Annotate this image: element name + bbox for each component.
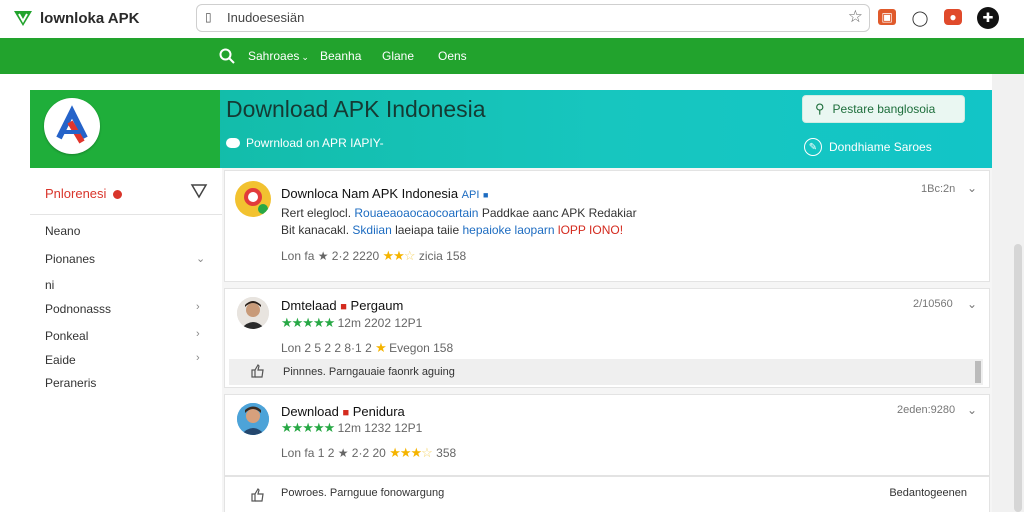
review-card: Downloca Nam APK Indonesia API ■ 1Bc:2n … (224, 170, 990, 282)
avatar-icon (236, 182, 270, 216)
extension-icon[interactable]: ▣ (878, 9, 896, 25)
sidebar-divider (30, 214, 222, 215)
nav-item-sahroaes[interactable]: Sahroaes ⌄ (248, 49, 309, 63)
hero-download-button[interactable]: ⚲ Pestare banglosoia (802, 95, 965, 123)
review-text-line: Bit kanacakl. Skdiian laeiapa taiie hepa… (281, 223, 624, 237)
page-scrollbar[interactable] (1014, 244, 1022, 512)
review-link[interactable]: Rouaeaoaocaocoartain (354, 206, 478, 220)
sidebar: Pnlorenesi Neano Pionanes ⌄ ni Podnonass… (30, 168, 222, 512)
nav-item-oens[interactable]: Oens (438, 49, 467, 63)
rating-stars: ★★ (382, 248, 405, 263)
chevron-down-icon[interactable]: ⌄ (967, 297, 977, 311)
main-nav: Sahroaes ⌄ Beanha Glane Oens (0, 38, 1024, 74)
chevron-right-icon[interactable]: › (196, 328, 200, 340)
review-title[interactable]: Downloca Nam APK Indonesia API ■ (281, 186, 488, 201)
avatar[interactable] (235, 181, 271, 217)
review-title[interactable]: Dewnload ■ Penidura (281, 404, 405, 419)
avatar-icon (237, 403, 269, 435)
reply-text: Pinnnes. Parngauaie faonrk aguing (283, 366, 455, 378)
address-text: Inudoesesiän (227, 10, 305, 25)
avatar-icon (237, 297, 269, 329)
site-logo[interactable]: lownloka APK (12, 6, 139, 30)
page-title: Download APK Indonesia (226, 96, 486, 122)
avatar[interactable] (237, 297, 269, 329)
brand-name: lownloka APK (40, 9, 140, 27)
sidebar-item-peraneris[interactable]: Peraneris (45, 376, 96, 390)
bookmark-star-icon[interactable]: ☆ (848, 7, 863, 27)
reply-text: Powroes. Parnguue fonowargung (281, 487, 445, 499)
rating-stars: ★★★ (389, 445, 422, 460)
chevron-right-icon[interactable]: › (196, 352, 200, 364)
page-info-icon[interactable]: ▯ (205, 10, 212, 24)
chevron-down-icon: ⌄ (301, 52, 309, 62)
star-icon: ★ (375, 340, 387, 355)
rating-stars: ★★★★★ (281, 420, 335, 435)
chevron-down-icon[interactable]: ⌄ (196, 252, 205, 265)
filter-icon[interactable] (190, 182, 208, 200)
reply-scrollbar[interactable] (975, 361, 981, 383)
address-bar[interactable]: ▯ Inudoesesiän ☆ (196, 4, 870, 32)
tag-icon: ■ (342, 407, 350, 419)
app-logo-icon (50, 104, 94, 148)
sidebar-item-ponkeal[interactable]: Ponkeal (45, 329, 88, 343)
hero-subtitle: Powrnload on APR IAPIY- (226, 136, 384, 150)
reply-bar[interactable]: Pinnnes. Parngauaie faonrk aguing (229, 359, 983, 385)
sidebar-item-eaide[interactable]: Eaide (45, 353, 76, 367)
hero-logo-panel (30, 90, 220, 168)
sidebar-item-neano[interactable]: Neano (45, 224, 80, 238)
timestamp: 1Bc:2n (921, 183, 956, 195)
review-link[interactable]: hepaioke laoparn (463, 223, 555, 237)
dot-icon: ■ (483, 190, 489, 200)
rating-stars: ★★★★★ (281, 315, 335, 330)
user-icon: ⚲ (815, 101, 825, 116)
browser-toolbar: lownloka APK ▯ Inudoesesiän ☆ ▣ ◯ ● ✚ (0, 0, 1024, 38)
nav-item-glane[interactable]: Glane (382, 49, 414, 63)
hero-banner: Download APK Indonesia Powrnload on APR … (30, 90, 992, 168)
reply-bar[interactable]: Powroes. Parnguue fonowargung Bedantogee… (224, 476, 990, 512)
sidebar-heading[interactable]: Pnlorenesi (45, 186, 123, 201)
chevron-down-icon[interactable]: ⌄ (967, 403, 977, 417)
review-meta: Lon 2 5 2 2 8·1 2 ★ Evegon 158 (281, 340, 454, 355)
profile-avatar-icon[interactable]: ✚ (977, 7, 999, 29)
review-link[interactable]: Skdiian (352, 223, 391, 237)
search-icon[interactable] (218, 47, 236, 65)
hero-secondary-link[interactable]: ✎ Dondhiame Saroes (804, 138, 932, 156)
tag-badge: API (461, 189, 480, 201)
timestamp: 2eden:9280 (897, 404, 956, 416)
thumbs-up-icon[interactable] (251, 488, 265, 502)
sidebar-item-pionanes[interactable]: Pionanes (45, 252, 95, 266)
reddit-extension-icon[interactable]: ● (944, 9, 962, 25)
chevron-right-icon[interactable]: › (196, 301, 200, 313)
tool-icon: ✎ (804, 138, 822, 156)
red-dot-icon (113, 190, 123, 200)
sidebar-item-ni[interactable]: ni (45, 278, 54, 292)
app-logo (44, 98, 100, 154)
timestamp: 2/10560 (913, 298, 953, 310)
rating-row: ★★★★★ 12m 2202 12P1 (281, 315, 423, 330)
review-meta: Lon fa ★ 2·2 2220 ★★☆ zicia 158 (281, 248, 467, 263)
chevron-down-icon[interactable]: ⌄ (967, 181, 977, 195)
logo-icon (14, 11, 32, 26)
footer-link[interactable]: Bedantogeenen (889, 487, 967, 499)
review-text-line: Rert eleglocl. Rouaeaoaocaocoartain Padd… (281, 206, 637, 220)
sidebar-item-podnonasss[interactable]: Podnonasss (45, 302, 111, 316)
avatar[interactable] (237, 403, 269, 435)
review-card: Dmtelaad ■ Pergaum 2/10560 ⌄ ★★★★★ 12m 2… (224, 288, 990, 388)
review-title[interactable]: Dmtelaad ■ Pergaum (281, 298, 403, 313)
chat-icon[interactable]: ◯ (910, 8, 930, 28)
nav-item-beanha[interactable]: Beanha (320, 49, 361, 63)
thumbs-up-icon[interactable] (251, 364, 265, 378)
tag-icon: ■ (340, 301, 347, 313)
rating-row: ★★★★★ 12m 1232 12P1 (281, 420, 423, 435)
download-cloud-icon (226, 138, 240, 148)
review-card: Dewnload ■ Penidura 2eden:9280 ⌄ ★★★★★ 1… (224, 394, 990, 476)
review-meta: Lon fa 1 2 ★ 2·2 20 ★★★☆ 358 (281, 445, 457, 460)
